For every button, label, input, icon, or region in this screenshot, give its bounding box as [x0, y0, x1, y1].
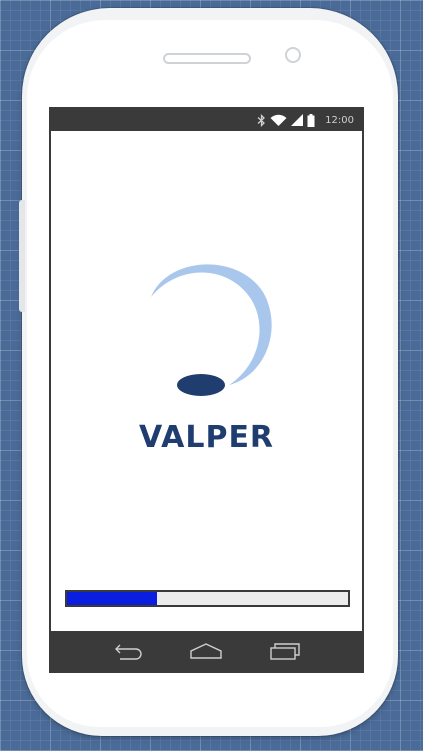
brand-name: VALPER: [138, 420, 275, 455]
recent-apps-icon[interactable]: [269, 641, 301, 661]
device-screen: 12:00 VALPER: [49, 107, 364, 673]
wifi-icon: [270, 114, 287, 127]
status-bar: 12:00: [51, 109, 362, 133]
brand-logo-mark: [151, 264, 272, 396]
front-camera: [285, 47, 301, 63]
volume-button: [19, 200, 25, 312]
navigation-bar: [51, 631, 362, 671]
speaker-grille: [163, 53, 251, 64]
bluetooth-icon: [257, 113, 266, 127]
logo-arc: [151, 264, 272, 385]
loading-progress-fill: [67, 592, 157, 605]
cell-signal-icon: [291, 113, 304, 127]
battery-icon: [307, 113, 315, 127]
status-clock: 12:00: [325, 114, 354, 126]
logo-dot: [177, 374, 225, 396]
loading-progress-bar: [65, 590, 350, 607]
home-icon[interactable]: [189, 641, 223, 661]
splash-content: VALPER: [51, 133, 362, 629]
back-icon[interactable]: [112, 641, 144, 661]
